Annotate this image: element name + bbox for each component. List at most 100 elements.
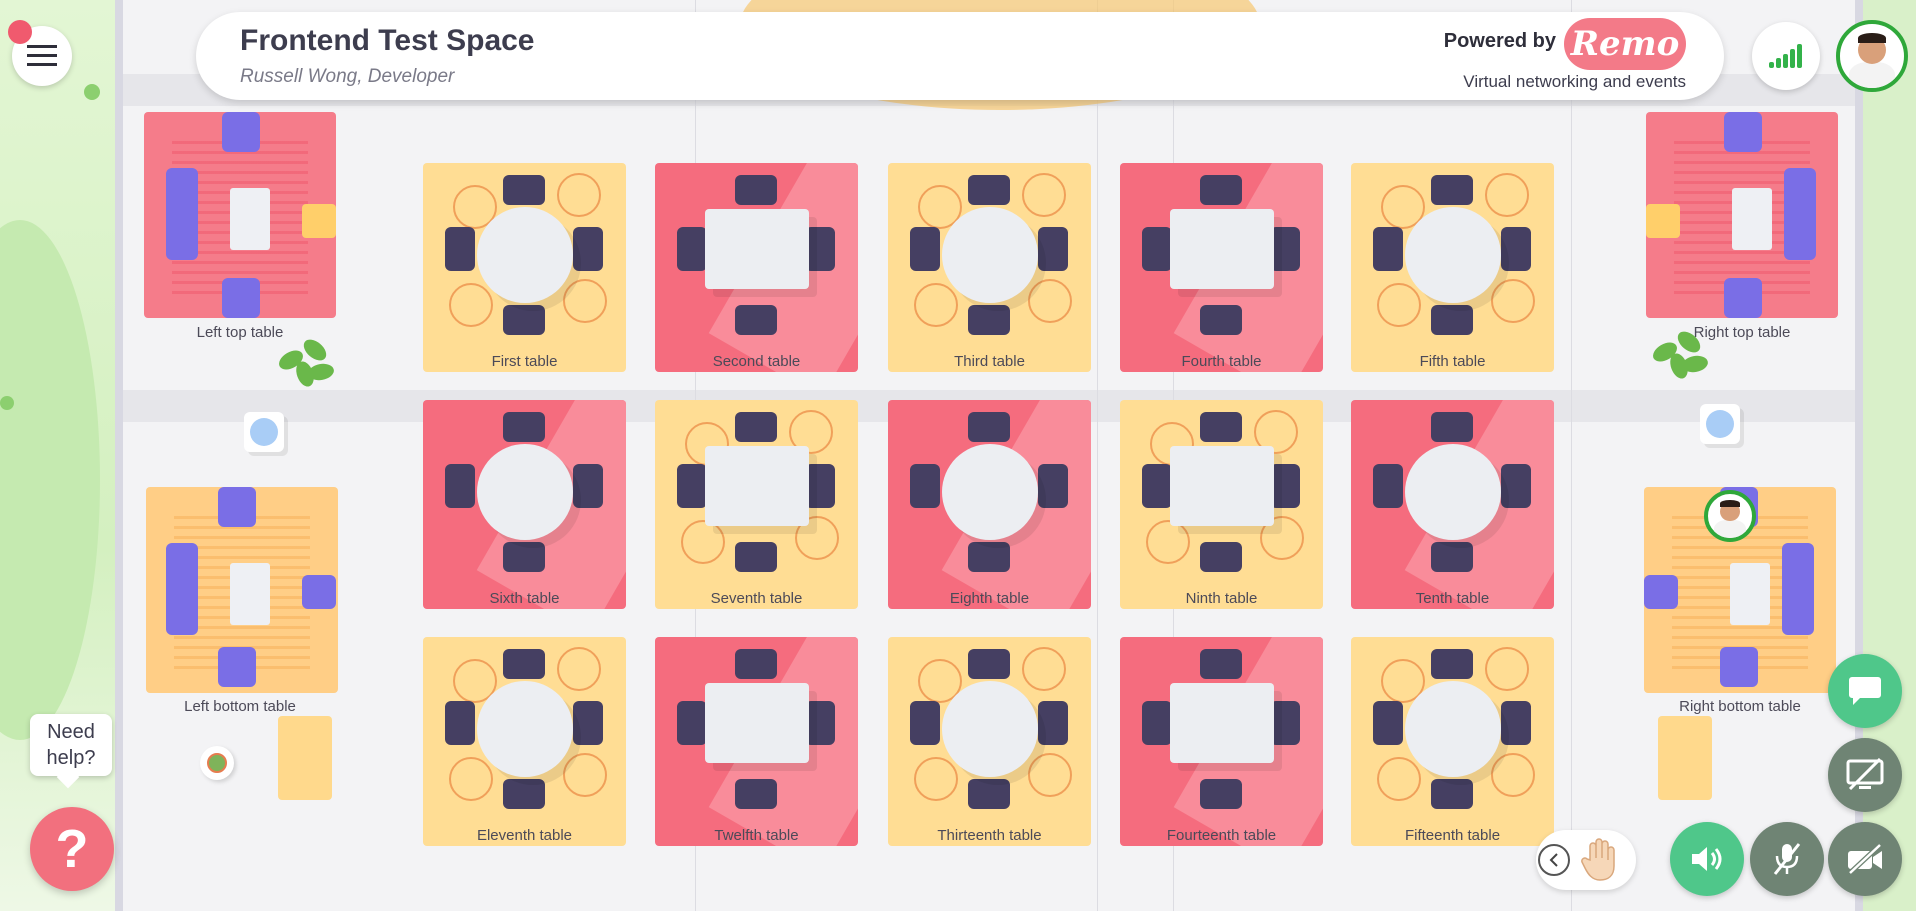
table-top xyxy=(942,207,1038,303)
lounge-left-bottom[interactable] xyxy=(146,487,338,693)
chair xyxy=(735,305,777,335)
user-avatar[interactable] xyxy=(1836,20,1908,92)
table-top xyxy=(1405,207,1501,303)
powered-by-label: Powered by xyxy=(1443,30,1556,52)
snack-cabinet xyxy=(278,716,332,800)
host-subtitle: Russell Wong, Developer xyxy=(240,66,455,87)
table-label: Twelfth table xyxy=(714,827,799,844)
table-tile[interactable]: Tenth table xyxy=(1351,400,1554,609)
chair xyxy=(1501,227,1531,271)
chair xyxy=(1200,649,1242,679)
attendee-avatar[interactable] xyxy=(1704,490,1756,542)
sofa xyxy=(1782,543,1814,635)
tile-decoration xyxy=(1146,520,1190,564)
table-label: Fifteenth table xyxy=(1404,827,1501,844)
raise-hand-icon[interactable] xyxy=(1580,838,1622,882)
chair xyxy=(503,542,545,572)
tile-decoration xyxy=(1491,279,1535,323)
chair xyxy=(805,464,835,508)
chair xyxy=(1373,227,1403,271)
chair xyxy=(677,464,707,508)
floor-seam xyxy=(1097,0,1098,911)
tile-decoration xyxy=(1022,173,1066,217)
help-tooltip-line: help? xyxy=(46,747,96,769)
table-tile[interactable]: Fifteenth table xyxy=(1351,637,1554,846)
collapse-button[interactable] xyxy=(1538,844,1570,876)
table-top xyxy=(477,207,573,303)
coffee-table xyxy=(1732,188,1772,250)
table-tile[interactable]: Fifth table xyxy=(1351,163,1554,372)
lounge-label: Right bottom table xyxy=(1679,698,1801,715)
tile-decoration xyxy=(449,757,493,801)
sofa xyxy=(166,543,198,635)
table-tile[interactable]: Seventh table xyxy=(655,400,858,609)
chair xyxy=(1200,779,1242,809)
chair xyxy=(910,464,940,508)
lounge-left-top[interactable] xyxy=(144,112,336,318)
help-button[interactable]: ? xyxy=(30,807,114,891)
hamburger-icon xyxy=(27,45,57,66)
chair xyxy=(735,542,777,572)
snack-cabinet xyxy=(1658,716,1712,800)
table-top xyxy=(705,209,809,289)
chair xyxy=(1431,779,1473,809)
notification-dot xyxy=(8,20,32,44)
table-label: Fourteenth table xyxy=(1166,827,1277,844)
sofa xyxy=(1720,647,1758,687)
table-label: Eighth table xyxy=(949,590,1030,607)
coffee-machine xyxy=(200,746,234,780)
chair xyxy=(1431,305,1473,335)
signal-strength-icon xyxy=(1769,44,1802,68)
chat-button[interactable] xyxy=(1828,654,1902,728)
lounge-right-top[interactable] xyxy=(1646,112,1838,318)
table-tile[interactable]: Second table xyxy=(655,163,858,372)
table-tile[interactable]: Thirteenth table xyxy=(888,637,1091,846)
chair xyxy=(503,305,545,335)
table-tile[interactable]: Eleventh table xyxy=(423,637,626,846)
chair xyxy=(1431,542,1473,572)
tile-decoration xyxy=(557,647,601,691)
table-tile[interactable]: Twelfth table xyxy=(655,637,858,846)
coffee-table xyxy=(1730,563,1770,625)
ottoman xyxy=(302,204,336,238)
tile-decoration xyxy=(914,757,958,801)
microphone-button[interactable] xyxy=(1750,822,1824,896)
chair xyxy=(968,175,1010,205)
table-tile[interactable]: Third table xyxy=(888,163,1091,372)
chair xyxy=(968,412,1010,442)
table-label: Third table xyxy=(954,353,1025,370)
tile-decoration xyxy=(914,283,958,327)
table-top xyxy=(705,683,809,763)
table-label: Eleventh table xyxy=(476,827,573,844)
remo-logo[interactable]: Remo xyxy=(1564,18,1686,70)
table-tile[interactable]: First table xyxy=(423,163,626,372)
table-tile[interactable]: Eighth table xyxy=(888,400,1091,609)
sofa xyxy=(166,168,198,260)
camera-button[interactable] xyxy=(1828,822,1902,896)
tile-decoration xyxy=(1377,283,1421,327)
table-label: Ninth table xyxy=(1185,590,1258,607)
chair xyxy=(503,779,545,809)
water-cooler xyxy=(244,412,284,452)
lounge-label: Left bottom table xyxy=(184,698,296,715)
table-tile[interactable]: Fourteenth table xyxy=(1120,637,1323,846)
chair xyxy=(968,649,1010,679)
chair xyxy=(573,464,603,508)
garden-dot xyxy=(84,84,100,100)
screen-share-button[interactable] xyxy=(1828,738,1902,812)
coffee-table xyxy=(230,188,270,250)
chair xyxy=(573,227,603,271)
network-status-button[interactable] xyxy=(1752,22,1820,90)
chair xyxy=(735,649,777,679)
table-tile[interactable]: Sixth table xyxy=(423,400,626,609)
chair xyxy=(805,701,835,745)
sofa xyxy=(1724,278,1762,318)
table-tile[interactable]: Ninth table xyxy=(1120,400,1323,609)
chair xyxy=(1038,701,1068,745)
table-label: Fourth table xyxy=(1181,353,1262,370)
table-tile[interactable]: Fourth table xyxy=(1120,163,1323,372)
speaker-button[interactable] xyxy=(1670,822,1744,896)
chair xyxy=(1142,464,1172,508)
table-top xyxy=(1405,444,1501,540)
chair xyxy=(677,227,707,271)
